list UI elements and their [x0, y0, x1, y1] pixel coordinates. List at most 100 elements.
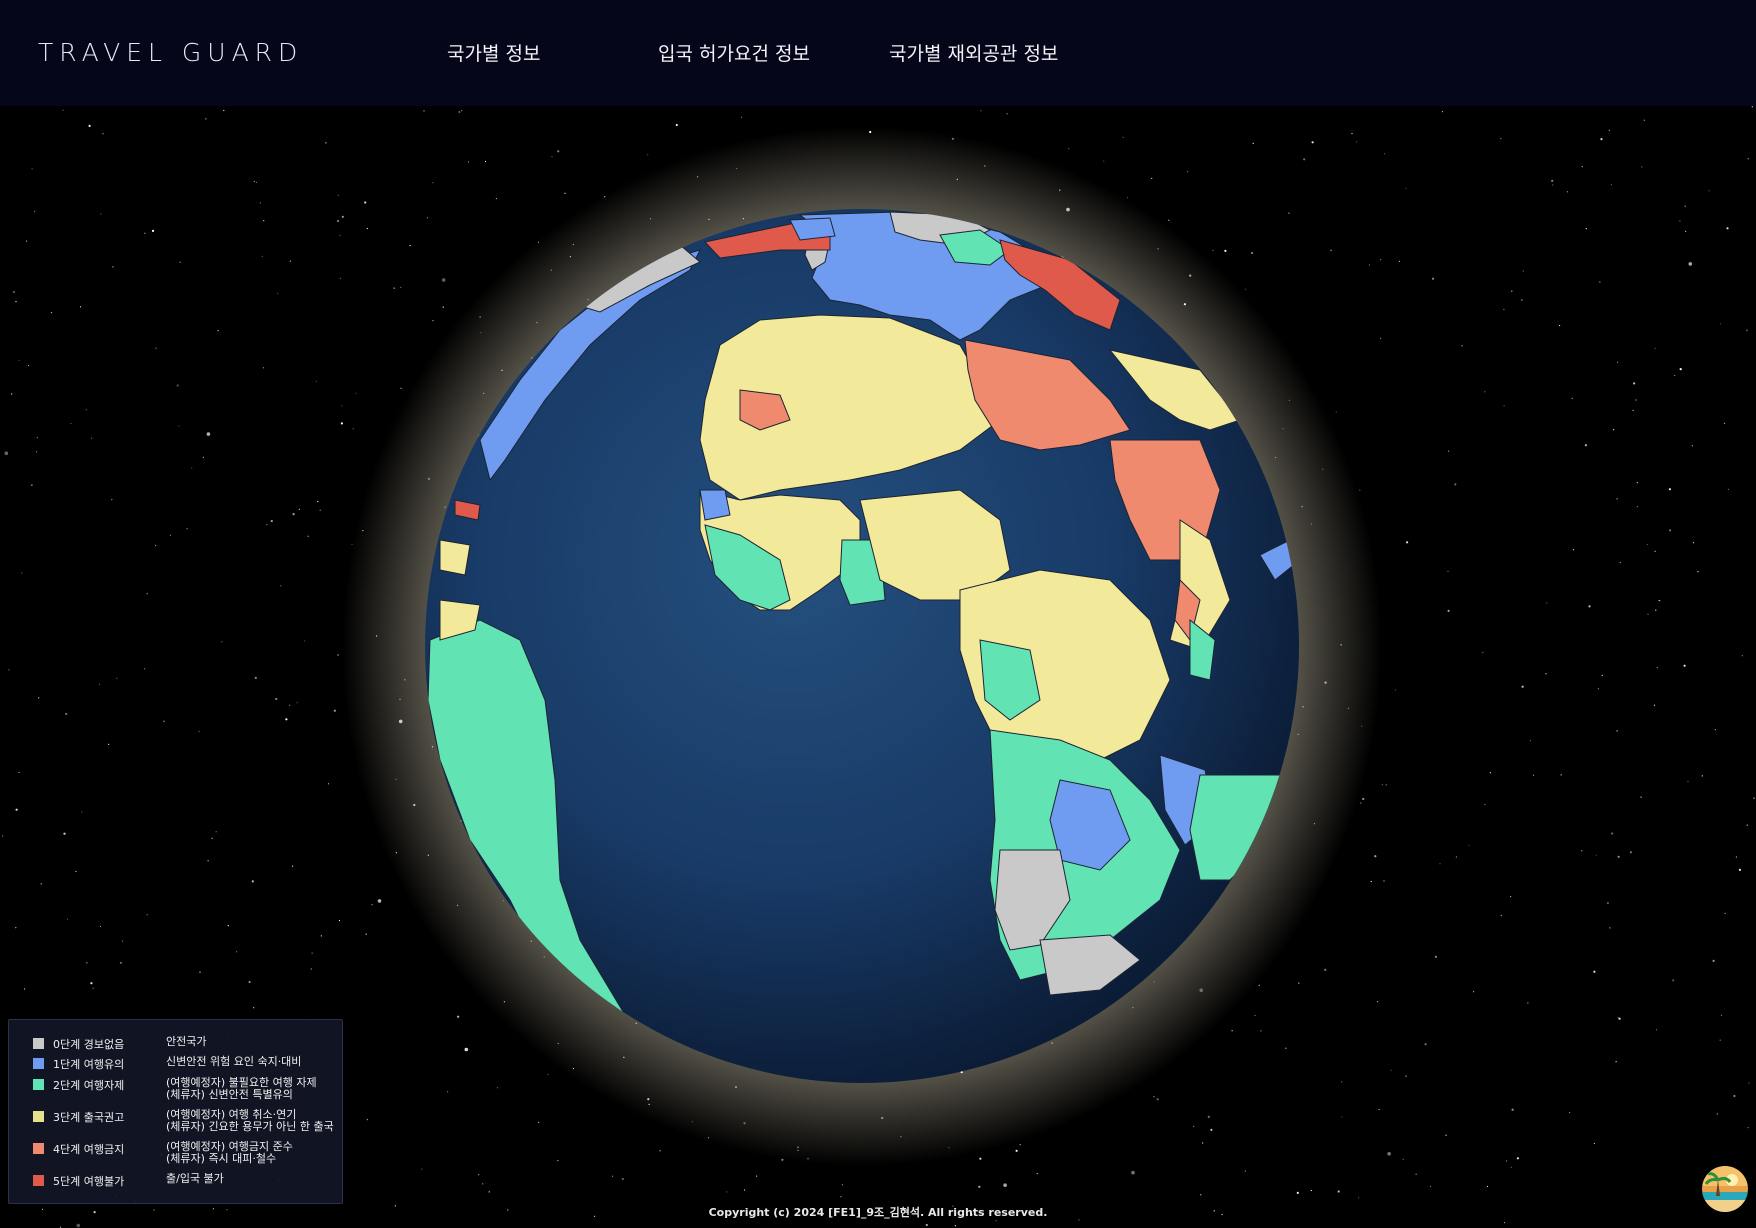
star [421, 1168, 423, 1170]
star [840, 1196, 842, 1198]
star [1727, 488, 1729, 490]
star [311, 952, 313, 954]
star [339, 234, 341, 237]
star [1380, 337, 1382, 339]
star [1632, 409, 1634, 411]
star [1330, 249, 1332, 251]
beach-avatar-icon[interactable] [1702, 1166, 1748, 1212]
nav-country-info[interactable]: 국가별 정보 [447, 39, 540, 66]
star [251, 880, 254, 883]
star [1506, 1160, 1508, 1162]
star [457, 1015, 460, 1018]
star [1378, 1108, 1380, 1111]
star [557, 1159, 559, 1162]
star [464, 1047, 469, 1052]
star [1380, 259, 1382, 261]
star [1231, 1030, 1233, 1032]
star [1390, 1069, 1392, 1071]
star [31, 168, 33, 170]
star [400, 286, 402, 288]
star [1335, 411, 1337, 413]
star [1595, 854, 1597, 856]
star [1546, 602, 1548, 604]
star [1618, 1017, 1621, 1020]
star [1647, 613, 1649, 615]
star [1376, 1001, 1379, 1003]
star [99, 925, 102, 928]
star [1521, 299, 1523, 301]
star [236, 951, 238, 953]
star [248, 980, 251, 984]
star [253, 180, 255, 183]
star [1510, 1166, 1512, 1168]
star [1200, 1194, 1202, 1196]
star [85, 409, 87, 411]
star [1551, 179, 1554, 182]
star [1635, 399, 1637, 401]
star [1153, 1096, 1155, 1098]
star [979, 1157, 982, 1160]
star [1454, 483, 1457, 486]
country-caribbean[interactable] [439, 539, 471, 576]
star [1500, 914, 1502, 917]
star [338, 919, 341, 922]
star [1360, 802, 1362, 804]
star [1668, 488, 1671, 491]
star [1445, 1134, 1447, 1136]
star [612, 1175, 614, 1177]
star [1654, 347, 1656, 349]
star [263, 220, 265, 222]
star [315, 380, 317, 382]
star [179, 261, 181, 263]
star [1726, 227, 1729, 230]
travel-alert-legend: 0단계 경보없음 안전국가 1단계 여행유의 신변안전 위험 요인 숙지·대비 … [8, 1019, 343, 1204]
country-senegal[interactable] [699, 489, 731, 521]
star [296, 702, 298, 704]
star [1296, 1191, 1299, 1194]
star [1559, 324, 1561, 327]
star [1606, 902, 1609, 905]
star [1581, 166, 1583, 168]
legend-level-description: (여행예정자) 여행 취소·연기 (체류자) 긴요한 용무가 아닌 한 출국 [166, 1108, 334, 1133]
star [1646, 543, 1648, 546]
star [15, 927, 17, 929]
star [1672, 979, 1675, 982]
star [432, 320, 434, 322]
star [1468, 844, 1470, 847]
star [1381, 784, 1383, 786]
star [63, 832, 66, 835]
star [1659, 600, 1661, 602]
star [954, 1225, 957, 1227]
star [261, 255, 263, 257]
star [112, 266, 114, 268]
star [35, 451, 38, 453]
star [38, 697, 40, 699]
star [111, 499, 113, 501]
star [1439, 863, 1441, 865]
star [202, 456, 204, 458]
star [336, 219, 340, 223]
legend-level-label: 0단계 경보없음 [53, 1038, 125, 1051]
star [1683, 664, 1686, 667]
star [1552, 184, 1554, 186]
star [1611, 832, 1614, 835]
star [215, 831, 217, 833]
star [1597, 688, 1599, 690]
travel-guard-logo[interactable]: TRAVEL GUARD [38, 38, 303, 67]
star [1572, 549, 1575, 551]
star [307, 535, 309, 537]
star [1753, 797, 1755, 799]
nav-entry-requirements[interactable]: 입국 허가요건 정보 [658, 39, 810, 66]
star [1655, 609, 1657, 611]
legend-swatch-level2 [33, 1079, 44, 1090]
star [441, 278, 446, 282]
star [1588, 605, 1591, 608]
star [458, 110, 461, 114]
star [1733, 1094, 1736, 1098]
star [255, 181, 258, 183]
star [1252, 142, 1254, 144]
star [1003, 1183, 1007, 1187]
star [1168, 219, 1170, 221]
nav-embassy-info[interactable]: 국가별 재외공관 정보 [889, 39, 1058, 66]
star [325, 142, 327, 144]
